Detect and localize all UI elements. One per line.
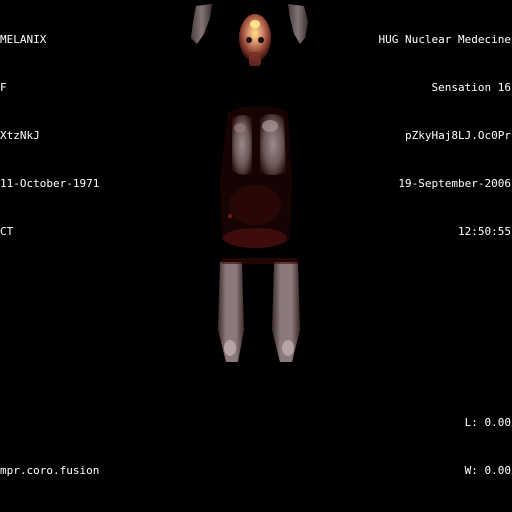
patient-info: MELANIX F XtzNkJ 11-October-1971 CT xyxy=(0,0,99,272)
scanner-model: Sensation 16 xyxy=(431,81,511,94)
window-level: L: 0.00 xyxy=(464,416,511,429)
patient-birth-date: 11-October-1971 xyxy=(0,177,100,190)
institution-name: HUG Nuclear Medecine xyxy=(378,33,511,46)
right-arm xyxy=(288,4,308,44)
left-arm xyxy=(191,4,212,44)
patient-sex: F xyxy=(0,81,7,94)
window-width: W: 0.00 xyxy=(464,464,511,477)
study-info: HUG Nuclear Medecine Sensation 16 pZkyHa… xyxy=(379,0,511,272)
image-viewport[interactable]: MELANIX F XtzNkJ 11-October-1971 CT HUG … xyxy=(0,0,512,512)
window-level-info: L: 0.00 W: 0.00 xyxy=(465,383,511,511)
study-date: 19-September-2006 xyxy=(398,177,511,190)
study-uid: pZkyHaj8LJ.Oc0Pr xyxy=(405,129,511,142)
study-time: 12:50:55 xyxy=(458,225,511,238)
modality: CT xyxy=(0,225,14,238)
patient-name: MELANIX xyxy=(0,33,47,46)
series-description: mpr.coro.fusion xyxy=(0,464,100,477)
patient-id: XtzNkJ xyxy=(0,129,40,142)
series-info: mpr.coro.fusion xyxy=(0,431,99,511)
